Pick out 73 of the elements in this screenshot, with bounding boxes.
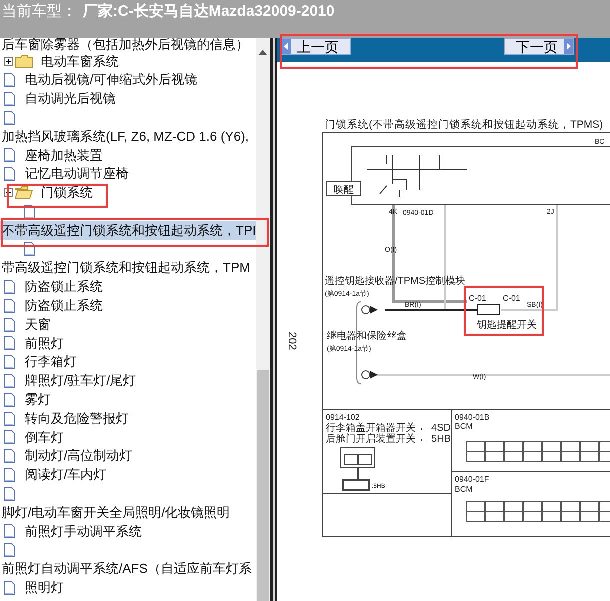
page-icon — [4, 336, 15, 350]
next-page-button[interactable]: 下一页 — [504, 38, 574, 55]
tree-item[interactable]: 脚灯/电动车窗开关全局照明/化妆镜照明 — [0, 502, 232, 522]
tree-item[interactable]: 照明灯 — [24, 578, 65, 598]
tree-item[interactable]: 前照灯自动调平系统/AFS（自适应前车灯系 — [0, 559, 254, 579]
tree-item[interactable]: 前照灯手动调平系统 — [24, 522, 143, 542]
page-icon — [4, 280, 15, 294]
folder-icon — [15, 186, 33, 200]
splitter[interactable] — [270, 38, 277, 601]
module-name: 遥控钥匙接收器/TPMS控制模块 — [325, 276, 466, 287]
tree-item[interactable]: 转向及危险警报灯 — [24, 408, 130, 428]
tree-item[interactable]: 雾灯 — [24, 390, 52, 410]
connector-arrow-icon — [362, 370, 378, 380]
wake-label-box — [326, 182, 362, 196]
page-icon — [4, 167, 15, 182]
tree-item[interactable]: 加热挡风玻璃系统(LF, Z6, MZ-CD 1.6 (Y6), — [0, 126, 252, 146]
page-icon — [4, 318, 15, 332]
tree-item[interactable]: 防盗锁止系统 — [24, 296, 104, 316]
header-label: 当前车型： — [2, 3, 77, 21]
page-icon — [4, 486, 15, 501]
page-icon — [4, 580, 15, 595]
connector-code: 0940-01F — [455, 475, 490, 484]
expand-icon[interactable] — [4, 56, 13, 66]
tree-item[interactable]: 行李箱灯 — [24, 352, 78, 372]
page-number: 202 — [286, 332, 298, 350]
page-icon — [4, 298, 15, 313]
page-icon — [4, 412, 15, 426]
tree-item[interactable]: 倒车灯 — [24, 428, 65, 448]
module-label: BCM — [455, 422, 473, 431]
page-icon — [4, 374, 15, 388]
page-icon — [4, 524, 15, 538]
page-icon — [4, 449, 15, 464]
switch-label: 钥匙提醒开关 — [477, 320, 537, 331]
page-icon — [4, 543, 15, 558]
connector-code: 0940-01B — [455, 413, 490, 422]
page-icon — [4, 430, 15, 444]
folder-icon — [15, 54, 33, 68]
scroll-thumb[interactable] — [257, 370, 269, 601]
tree-item[interactable]: 电动后视镜/可伸缩式外后视镜 — [24, 70, 199, 90]
page-icon — [4, 392, 15, 407]
connector-description: 后舱门开启装置开关 ← 5HB — [326, 434, 452, 445]
switch-symbol — [478, 304, 500, 316]
page-icon — [4, 110, 15, 125]
tree-item[interactable]: 自动调光后视镜 — [24, 89, 117, 109]
previous-page-button[interactable]: 上一页 — [281, 38, 351, 55]
connector-label: C-01 — [469, 294, 486, 303]
connector-description: 行李箱盖开箱器开关 ← 4SD — [326, 423, 452, 434]
tree-item[interactable]: 阅读灯/车内灯 — [24, 465, 108, 485]
car-model: 厂家:C-长安马自达Mazda32009-2010 — [83, 3, 335, 21]
wake-label: 唤醒 — [334, 185, 354, 196]
connector-arrow-icon — [362, 306, 378, 314]
tree-item[interactable]: 天窗 — [24, 314, 52, 334]
tree-item[interactable]: 制动灯/高位制动灯 — [24, 446, 134, 466]
module-label: BCM — [455, 485, 473, 494]
tree-item[interactable]: 记忆电动调节座椅 — [24, 164, 130, 184]
tree-item[interactable]: 牌照灯/驻车灯/尾灯 — [24, 371, 138, 391]
connector-code: 0914-102 — [326, 413, 360, 422]
module-name: 继电器和保险丝盒 — [327, 331, 407, 342]
diagram-title: 门锁系统(不带高级遥控门锁系统和按钮起动系统，TPMS) — [325, 119, 604, 131]
tree-item[interactable]: 防盗锁止系统 — [24, 277, 104, 297]
page-icon — [4, 148, 15, 162]
page-icon — [4, 468, 15, 482]
tree-item[interactable]: 座椅加热装置 — [24, 146, 104, 166]
tree-item[interactable]: 不带高级遥控门锁系统和按钮起动系统，TPI — [0, 220, 256, 240]
tree-item[interactable]: 门锁系统 — [40, 183, 94, 203]
page-icon — [4, 73, 15, 88]
connector-label: C-01 — [503, 294, 520, 303]
page-icon — [4, 355, 15, 370]
page-icon — [4, 92, 15, 106]
scrollbar[interactable] — [256, 38, 270, 601]
scroll-up-icon[interactable] — [259, 50, 267, 55]
tree-item[interactable]: 带高级遥控门锁系统和按钮起动系统，TPM — [0, 258, 252, 278]
tree-item[interactable]: 前照灯 — [24, 334, 65, 354]
